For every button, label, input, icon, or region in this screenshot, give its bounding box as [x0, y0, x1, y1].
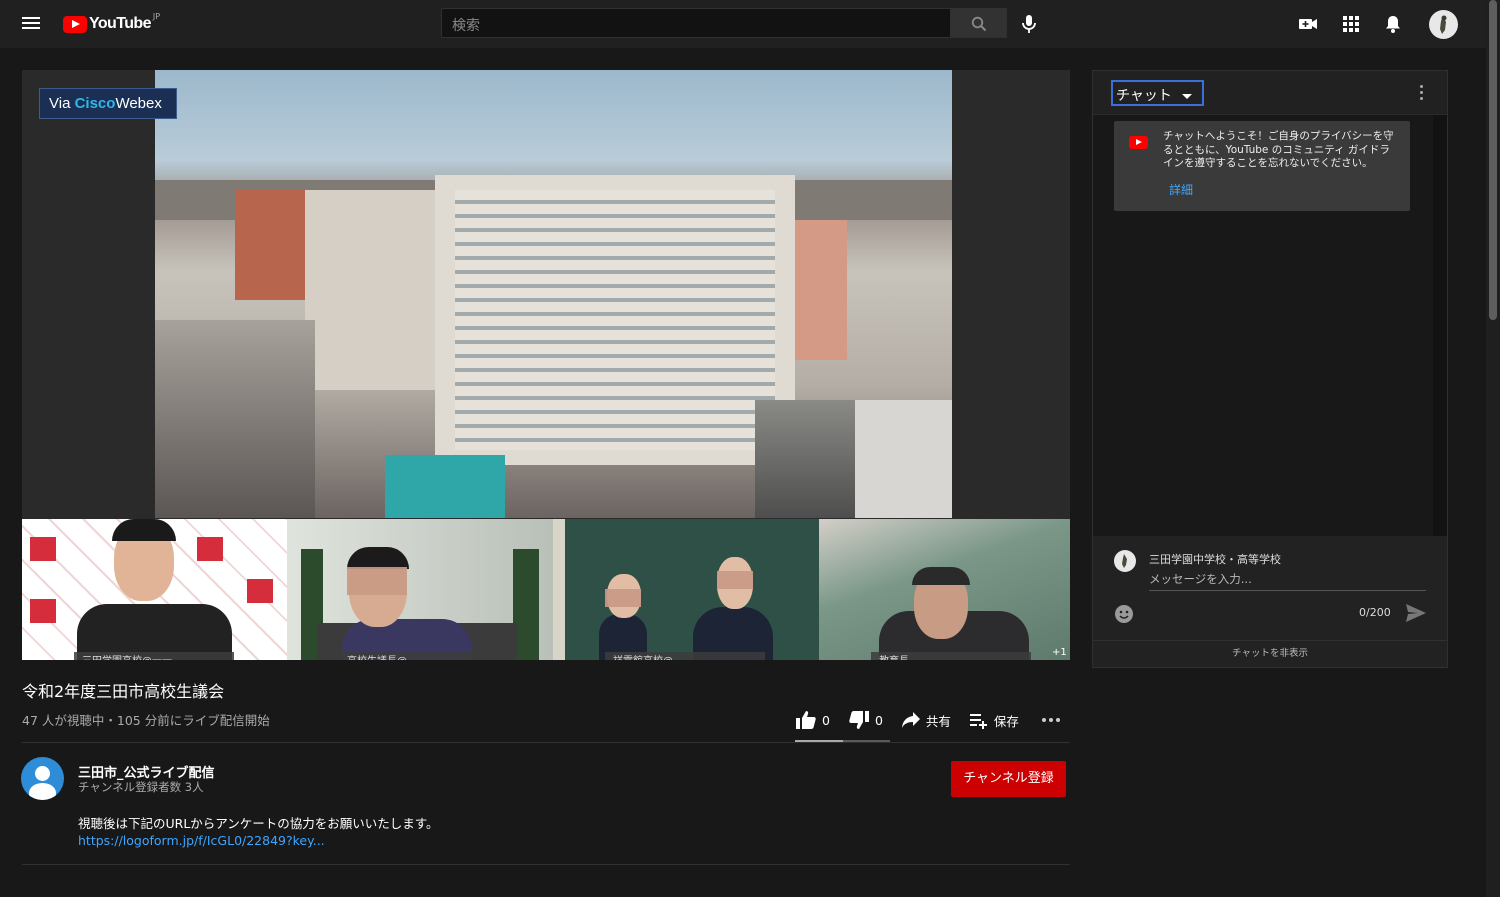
- bell-icon[interactable]: [1383, 14, 1403, 34]
- more-actions-button[interactable]: [1041, 717, 1066, 723]
- face-blur: [347, 567, 407, 595]
- send-icon[interactable]: [1405, 603, 1427, 623]
- subscribe-button[interactable]: チャンネル登録: [951, 761, 1066, 797]
- divider: [22, 864, 1070, 865]
- thumbs-up-icon: [796, 711, 816, 729]
- video-description: 視聴後は下記のURLからアンケートの協力をお願いいたします。: [78, 816, 439, 831]
- street: [755, 400, 855, 518]
- webex-suffix: Webex: [115, 95, 162, 112]
- person-hair: [912, 567, 970, 585]
- video-title: 令和2年度三田市高校生議会: [22, 682, 225, 701]
- channel-avatar[interactable]: [21, 757, 64, 800]
- dislike-count: 0: [874, 712, 883, 728]
- search-icon: [971, 16, 987, 32]
- participant-strip: 三田学園高校@一一 高校生議長@: [22, 519, 1070, 660]
- hide-chat-button[interactable]: チャットを非表示: [1093, 640, 1447, 667]
- save-label: 保存: [993, 713, 1019, 729]
- subscriber-count: チャンネル登録者数 3人: [78, 780, 204, 794]
- live-chat-panel: チャット チャットへようこそ！ご自身のプライバシーを守るとともに、YouTube…: [1092, 70, 1448, 668]
- chat-mode-dropdown[interactable]: チャット: [1111, 80, 1204, 106]
- account-avatar[interactable]: [1429, 10, 1458, 39]
- building-red: [235, 190, 305, 300]
- building-right: [855, 400, 952, 518]
- webex-brand: Cisco: [74, 95, 116, 112]
- masthead: YouTube JP 検索: [0, 0, 1500, 48]
- chat-message-input[interactable]: メッセージを入力...: [1149, 571, 1426, 591]
- chat-welcome-banner: チャットへようこそ！ご自身のプライバシーを守るとともに、YouTube のコミュ…: [1114, 121, 1410, 211]
- more-vertical-icon[interactable]: [1419, 85, 1425, 101]
- chat-composer: 三田学園中学校・高等学校 メッセージを入力... 0/200 チャットを非表示: [1093, 536, 1447, 667]
- more-horizontal-icon: [1041, 718, 1060, 722]
- video-player[interactable]: Via CiscoWebex 三田学園高校@一一: [22, 70, 1070, 660]
- save-button[interactable]: 保存: [969, 711, 1019, 730]
- apps-icon[interactable]: [1341, 14, 1361, 34]
- share-label: 共有: [925, 713, 951, 729]
- chat-mode-label: チャット: [1116, 88, 1172, 104]
- like-count: 0: [822, 712, 830, 728]
- wall: [553, 519, 565, 660]
- chat-header: チャット: [1093, 71, 1447, 115]
- mic-icon[interactable]: [1020, 14, 1038, 34]
- welcome-text: チャットへようこそ！ご自身のプライバシーを守るとともに、YouTube のコミュ…: [1163, 130, 1394, 169]
- backdrop-logo: [247, 579, 273, 603]
- building-windows: [455, 190, 775, 450]
- youtube-logo[interactable]: YouTube JP: [63, 11, 161, 34]
- chevron-down-icon: [1181, 93, 1192, 99]
- backdrop-logo: [197, 537, 223, 561]
- backdrop-logo: [30, 599, 56, 623]
- chat-user-avatar: [1114, 550, 1136, 572]
- emoji-icon[interactable]: [1114, 604, 1134, 624]
- page-scrollbar[interactable]: [1486, 0, 1500, 897]
- participant-tile: 教育長 +1: [819, 519, 1070, 660]
- action-bar: 0 0 共有 保存: [795, 708, 1084, 732]
- like-button[interactable]: 0: [795, 710, 830, 730]
- main-video-feed: [155, 70, 952, 518]
- person-hair: [347, 547, 409, 569]
- chat-user-name: 三田学園中学校・高等学校: [1149, 553, 1281, 566]
- building-pink: [795, 220, 847, 360]
- more-participants[interactable]: +1: [1052, 647, 1067, 658]
- youtube-watch-page: YouTube JP 検索 Via CiscoWebex +1 令和2年度三田市…: [0, 0, 1500, 897]
- logo-text: YouTube: [89, 15, 151, 32]
- chat-scrollbar[interactable]: [1433, 115, 1447, 536]
- participant-label: 祥雲館高校@: [605, 652, 765, 660]
- participant-label: 教育長: [871, 652, 1031, 660]
- face-blur: [717, 571, 753, 589]
- scrollbar-thumb[interactable]: [1489, 0, 1497, 320]
- participant-label: 三田学園高校@一一: [74, 652, 234, 660]
- participant-label: 高校生議長@: [339, 652, 499, 660]
- chat-messages: チャットへようこそ！ご自身のプライバシーを守るとともに、YouTube のコミュ…: [1093, 115, 1433, 536]
- houses-left: [155, 320, 315, 518]
- description-link[interactable]: https://logoform.jp/f/IcGL0/22849?key...: [78, 833, 325, 848]
- divider: [22, 742, 1070, 743]
- participant-tile: 高校生議長@: [287, 519, 553, 660]
- building-left: [305, 190, 435, 390]
- teal-roof: [385, 455, 505, 518]
- youtube-icon: [1129, 136, 1148, 149]
- search-button[interactable]: [950, 8, 1007, 38]
- participant-tile: 三田学園高校@一一: [22, 519, 287, 660]
- share-button[interactable]: 共有: [901, 711, 951, 730]
- search-input[interactable]: 検索: [441, 8, 951, 38]
- participant-tile: 祥雲館高校@: [553, 519, 819, 660]
- person-hair: [112, 519, 176, 541]
- view-info: 47 人が視聴中・105 分前にライブ配信開始: [22, 713, 270, 728]
- backdrop-logo: [30, 537, 56, 561]
- dislike-button[interactable]: 0: [848, 710, 883, 730]
- menu-icon[interactable]: [20, 14, 42, 34]
- thumbs-down-icon: [849, 711, 869, 729]
- playlist-add-icon: [969, 714, 987, 729]
- face-blur: [605, 589, 641, 607]
- logo-region: JP: [152, 11, 161, 21]
- video-camera-icon[interactable]: [1298, 14, 1318, 34]
- char-count: 0/200: [1359, 606, 1391, 619]
- welcome-details-link[interactable]: 詳細: [1169, 181, 1193, 198]
- youtube-play-icon: [63, 15, 87, 33]
- share-icon: [901, 712, 920, 728]
- webex-prefix: Via: [49, 95, 75, 112]
- chalkboard: [553, 519, 819, 660]
- webex-badge: Via CiscoWebex: [39, 88, 177, 119]
